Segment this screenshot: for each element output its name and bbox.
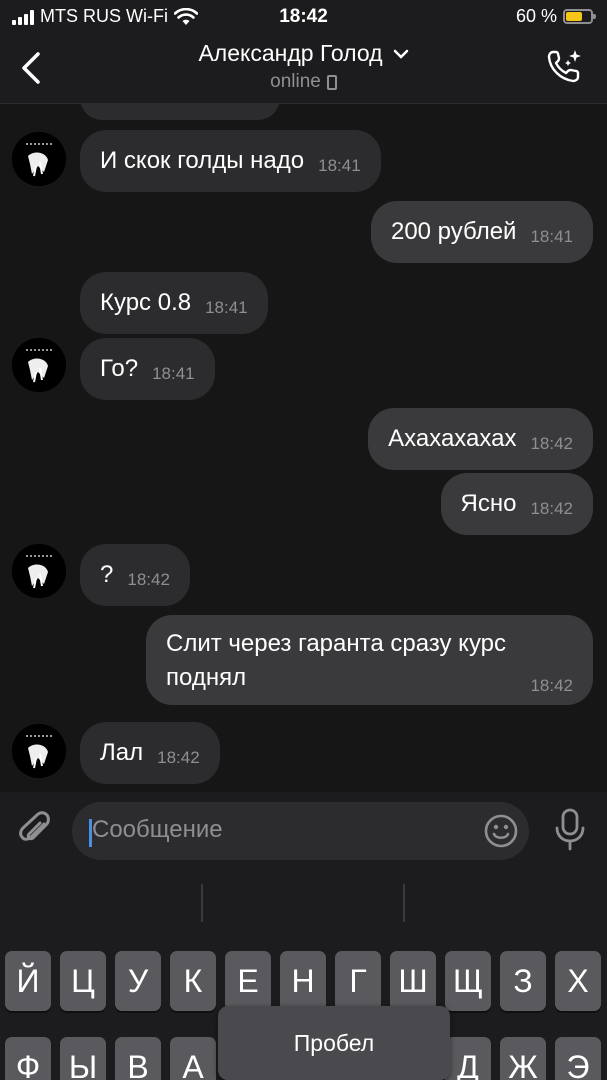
- message-outgoing[interactable]: Ясно 18:42: [440, 473, 593, 535]
- message-bubble[interactable]: Лал 18:42: [80, 722, 220, 784]
- key[interactable]: Й: [5, 951, 51, 1011]
- key[interactable]: Ш: [390, 951, 436, 1011]
- message-text: 200 рублей: [390, 218, 517, 245]
- message-outgoing[interactable]: Слит через гаранта сразу курс поднял 18:…: [146, 615, 593, 705]
- battery-fill: [566, 12, 582, 21]
- status-text: online: [270, 71, 321, 92]
- composer-bar: Сообщение: [0, 792, 607, 870]
- status-bar: MTS RUS Wi-Fi 18:42 60 %: [0, 0, 607, 36]
- message-input[interactable]: Сообщение: [72, 802, 529, 860]
- key[interactable]: В: [115, 1037, 161, 1080]
- key[interactable]: З: [500, 951, 546, 1011]
- key[interactable]: Ж: [500, 1037, 546, 1080]
- message-time: 18:41: [205, 298, 248, 317]
- paperclip-icon[interactable]: [16, 810, 56, 850]
- key[interactable]: А: [170, 1037, 216, 1080]
- contact-info[interactable]: Александр Голод online: [120, 40, 487, 93]
- message-bubble[interactable]: ? 18:42: [80, 544, 190, 606]
- key[interactable]: Д: [445, 1037, 491, 1080]
- message-bubble[interactable]: 200 рублей 18:41: [370, 201, 593, 263]
- chevron-left-icon[interactable]: [18, 50, 46, 86]
- message-time: 18:41: [318, 156, 361, 175]
- contact-status: online: [120, 71, 487, 93]
- message-bubble[interactable]: Ясно 18:42: [440, 473, 593, 535]
- key[interactable]: Ц: [60, 951, 106, 1011]
- key[interactable]: Э: [555, 1037, 601, 1080]
- key[interactable]: Г: [335, 951, 381, 1011]
- smiley-icon[interactable]: [483, 813, 519, 849]
- message-text: Ахахахахах: [388, 425, 517, 452]
- key[interactable]: Ы: [60, 1037, 106, 1080]
- suggestion-divider: [201, 884, 203, 922]
- battery-percent: 60 %: [515, 6, 557, 26]
- avatar[interactable]: [12, 544, 66, 598]
- phone-call-icon[interactable]: [545, 46, 585, 86]
- avatar[interactable]: [12, 132, 66, 186]
- status-right: 60 %: [515, 6, 596, 27]
- battery-icon: [563, 9, 596, 24]
- message-time: 18:42: [127, 570, 170, 589]
- message-text: Курс 0.8: [100, 289, 192, 316]
- message-text: Го?: [100, 355, 139, 382]
- message-time: 18:42: [157, 748, 200, 767]
- avatar[interactable]: [12, 338, 66, 392]
- key[interactable]: Н: [280, 951, 326, 1011]
- microphone-icon[interactable]: [553, 808, 587, 852]
- message-bubble[interactable]: Курс 0.8 18:41: [80, 272, 268, 334]
- key[interactable]: У: [115, 951, 161, 1011]
- message-incoming[interactable]: И скок голды надо 18:41: [80, 130, 381, 192]
- message-time: 18:42: [530, 499, 573, 518]
- message-outgoing[interactable]: Ахахахахах 18:42: [368, 408, 593, 470]
- contact-name-row[interactable]: Александр Голод: [198, 40, 408, 67]
- message-text: И скок голды надо: [100, 147, 305, 174]
- message-text: ?: [100, 561, 114, 588]
- chat-header: Александр Голод online: [0, 36, 607, 104]
- keyboard-suggestions: [0, 870, 607, 940]
- key[interactable]: Е: [225, 951, 271, 1011]
- message-text: Ясно: [460, 490, 517, 517]
- message-time: 18:41: [530, 227, 573, 246]
- contact-name: Александр Голод: [198, 40, 383, 66]
- mobile-device-icon: [326, 74, 337, 90]
- message-input-placeholder: Сообщение: [92, 816, 223, 843]
- message-time: 18:41: [152, 364, 195, 383]
- message-bubble[interactable]: И скок голды надо 18:41: [80, 130, 381, 192]
- message-incoming[interactable]: Лал 18:42: [80, 722, 220, 784]
- message-list[interactable]: И скок голды надо 18:41 200 рублей 18:41…: [0, 104, 607, 792]
- chevron-down-icon: [393, 49, 408, 59]
- message-partial: [80, 104, 280, 120]
- message-incoming[interactable]: Го? 18:41: [80, 338, 215, 400]
- message-bubble[interactable]: Слит через гаранта сразу курс поднял 18:…: [146, 615, 593, 705]
- message-time: 18:42: [530, 434, 573, 453]
- message-incoming[interactable]: Курс 0.8 18:41: [80, 272, 268, 334]
- avatar[interactable]: [12, 724, 66, 778]
- message-text: Лал: [100, 739, 144, 766]
- space-key-popup[interactable]: Пробел: [218, 1006, 450, 1080]
- suggestion-divider: [403, 884, 405, 922]
- message-bubble[interactable]: Ахахахахах 18:42: [368, 408, 593, 470]
- message-outgoing[interactable]: 200 рублей 18:41: [370, 201, 593, 263]
- message-incoming[interactable]: ? 18:42: [80, 544, 190, 606]
- key[interactable]: К: [170, 951, 216, 1011]
- key[interactable]: Ф: [5, 1037, 51, 1080]
- message-bubble[interactable]: Го? 18:41: [80, 338, 215, 400]
- key[interactable]: Щ: [445, 951, 491, 1011]
- message-bubble: [80, 104, 280, 120]
- message-text-line1: Слит через гаранта сразу курс: [166, 630, 507, 657]
- key[interactable]: Х: [555, 951, 601, 1011]
